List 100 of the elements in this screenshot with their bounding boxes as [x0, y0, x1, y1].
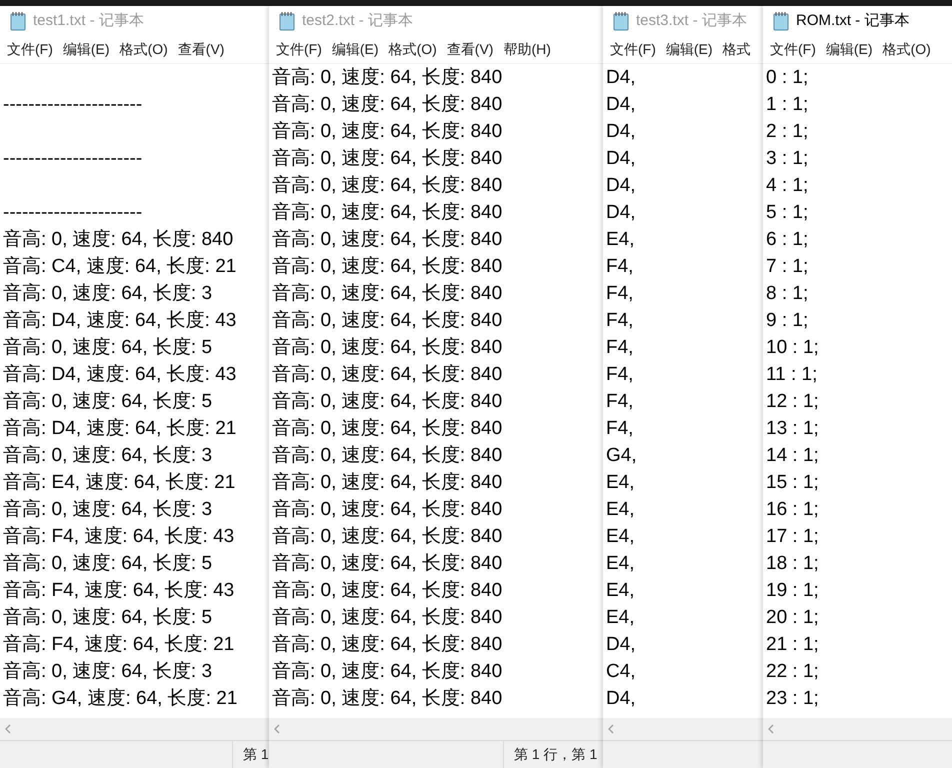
text-line: 音高: 0, 速度: 64, 长度: 840: [272, 66, 502, 90]
text-line: 1 : 1;: [766, 93, 808, 117]
menu-item[interactable]: 查看(V): [172, 39, 230, 60]
menu-item[interactable]: 编辑(E): [58, 39, 115, 60]
horizontal-scrollbar[interactable]: [763, 718, 952, 740]
text-line: D4,: [606, 201, 636, 225]
notepad-icon: [278, 11, 296, 31]
text-line: 11 : 1;: [766, 363, 818, 387]
text-line: 音高: 0, 速度: 64, 长度: 840: [272, 363, 502, 387]
chevron-left-icon: [4, 724, 12, 734]
text-line: 22 : 1;: [766, 660, 819, 684]
text-line: 2 : 1;: [766, 120, 808, 144]
text-line: 音高: 0, 速度: 64, 长度: 840: [272, 660, 502, 684]
text-line: D4,: [606, 120, 636, 144]
text-line: 音高: C4, 速度: 64, 长度: 21: [3, 255, 236, 279]
menu-item[interactable]: 编辑(E): [660, 39, 718, 60]
text-line: 音高: F4, 速度: 64, 长度: 43: [3, 579, 234, 603]
horizontal-scrollbar[interactable]: [0, 718, 269, 740]
window-title: test1.txt - 记事本: [33, 10, 144, 31]
text-line: F4,: [606, 336, 634, 360]
text-line: 音高: G4, 速度: 64, 长度: 21: [3, 687, 238, 711]
text-line: 音高: 0, 速度: 64, 长度: 840: [272, 471, 502, 495]
text-line: E4,: [606, 525, 635, 549]
text-line: 音高: 0, 速度: 64, 长度: 840: [272, 201, 502, 225]
notepad-icon: [612, 11, 630, 31]
text-line: E4,: [606, 498, 635, 522]
horizontal-scrollbar[interactable]: [603, 718, 763, 740]
text-line: 音高: D4, 速度: 64, 长度: 43: [3, 363, 236, 387]
text-line: 音高: 0, 速度: 64, 长度: 840: [272, 174, 502, 198]
status-text: 第 1 行，第 1: [503, 741, 598, 768]
text-line: F4,: [606, 363, 634, 387]
text-line: 4 : 1;: [766, 174, 808, 198]
chevron-left-icon: [607, 724, 615, 734]
text-line: E4,: [606, 228, 635, 252]
text-line: 9 : 1;: [766, 309, 808, 333]
text-line: F4,: [606, 309, 634, 333]
text-line: 15 : 1;: [766, 471, 819, 495]
text-line: 0 : 1;: [766, 66, 808, 90]
menu-item[interactable]: 格式: [718, 39, 756, 60]
text-line: 音高: 0, 速度: 64, 长度: 840: [272, 687, 502, 711]
text-line: C4,: [606, 660, 636, 684]
menu-item[interactable]: 文件(F): [271, 39, 327, 60]
text-line: D4,: [606, 66, 636, 90]
text-line: 音高: 0, 速度: 64, 长度: 840: [272, 444, 502, 468]
notepad-icon: [9, 11, 27, 31]
text-line: 音高: 0, 速度: 64, 长度: 840: [272, 228, 502, 252]
text-line: 音高: 0, 速度: 64, 长度: 840: [272, 120, 502, 144]
text-line: 音高: 0, 速度: 64, 长度: 840: [272, 633, 502, 657]
text-line: 音高: 0, 速度: 64, 长度: 3: [3, 444, 212, 468]
window-title: ROM.txt - 记事本: [796, 10, 910, 31]
text-line: 16 : 1;: [766, 498, 819, 522]
menu-item[interactable]: 查看(V): [442, 39, 498, 60]
text-line: 音高: F4, 速度: 64, 长度: 43: [3, 525, 234, 549]
text-line: 音高: 0, 速度: 64, 长度: 3: [3, 282, 212, 306]
text-line: ----------------------: [3, 201, 142, 225]
text-line: 音高: 0, 速度: 64, 长度: 5: [3, 390, 212, 414]
text-line: 音高: D4, 速度: 64, 长度: 43: [3, 309, 236, 333]
menu-item[interactable]: 编辑(E): [326, 39, 384, 60]
text-line: F4,: [606, 282, 634, 306]
text-line: 3 : 1;: [766, 147, 808, 171]
menu-item[interactable]: 帮助(H): [498, 39, 556, 60]
text-line: D4,: [606, 687, 636, 711]
text-line: E4,: [606, 579, 635, 603]
text-line: 5 : 1;: [766, 201, 808, 225]
horizontal-scrollbar[interactable]: [269, 718, 603, 740]
window-title: test2.txt - 记事本: [302, 10, 413, 31]
text-line: ----------------------: [3, 147, 142, 171]
text-line: 音高: 0, 速度: 64, 长度: 5: [3, 606, 212, 630]
text-line: 音高: 0, 速度: 64, 长度: 3: [3, 660, 212, 684]
text-line: 23 : 1;: [766, 687, 819, 711]
text-line: 音高: D4, 速度: 64, 长度: 21: [3, 417, 236, 441]
text-line: D4,: [606, 633, 636, 657]
menu-item[interactable]: 格式(O): [384, 39, 442, 60]
text-line: 17 : 1;: [766, 525, 819, 549]
text-line: 20 : 1;: [766, 606, 819, 630]
text-line: 音高: 0, 速度: 64, 长度: 840: [272, 390, 502, 414]
menu-item[interactable]: 文件(F): [2, 39, 58, 60]
text-line: 音高: 0, 速度: 64, 长度: 840: [272, 336, 502, 360]
text-line: 音高: 0, 速度: 64, 长度: 840: [272, 309, 502, 333]
text-line: ----------------------: [3, 93, 142, 117]
text-line: 音高: E4, 速度: 64, 长度: 21: [3, 471, 236, 495]
text-line: D4,: [606, 93, 636, 117]
text-line: 21 : 1;: [766, 633, 819, 657]
menu-item[interactable]: 文件(F): [605, 39, 661, 60]
text-line: 音高: F4, 速度: 64, 长度: 21: [3, 633, 234, 657]
text-line: D4,: [606, 174, 636, 198]
menu-item[interactable]: 格式(O): [878, 39, 936, 60]
text-line: G4,: [606, 444, 637, 468]
menu-item[interactable]: 编辑(E): [820, 39, 878, 60]
chevron-left-icon: [767, 724, 775, 734]
text-line: 音高: 0, 速度: 64, 长度: 840: [272, 552, 502, 576]
text-line: 音高: 0, 速度: 64, 长度: 840: [272, 417, 502, 441]
text-line: E4,: [606, 606, 635, 630]
text-area[interactable]: 0 : 1; 1 : 1; 2 : 1; 3 : 1; 4 : 1; 5 : 1; 6 : 1; 7 : 1; 8 : 1; 9 : 1; 10 : 1; 11 : 1; 12 : 1; 13 : 1; 14 : 1; 15 : 1; 16 : 1; 17 : 1; 18 : 1; 19 : 1; 20 : 1; 21 : 1; 22 : 1; 23 : 1;: [763, 64, 952, 718]
menu-item[interactable]: 文件(F): [765, 39, 821, 60]
text-area[interactable]: D4, D4, D4, D4, D4, D4, E4, F4, F4, F4, F4, F4, F4, F4, G4, E4, E4, E4, E4, E4, E4, D4, C4, D4,: [603, 64, 763, 718]
text-line: 音高: 0, 速度: 64, 长度: 5: [3, 552, 212, 576]
text-line: 音高: 0, 速度: 64, 长度: 840: [272, 282, 502, 306]
menu-item[interactable]: 格式(O): [114, 39, 173, 60]
text-line: 音高: 0, 速度: 64, 长度: 840: [272, 498, 502, 522]
